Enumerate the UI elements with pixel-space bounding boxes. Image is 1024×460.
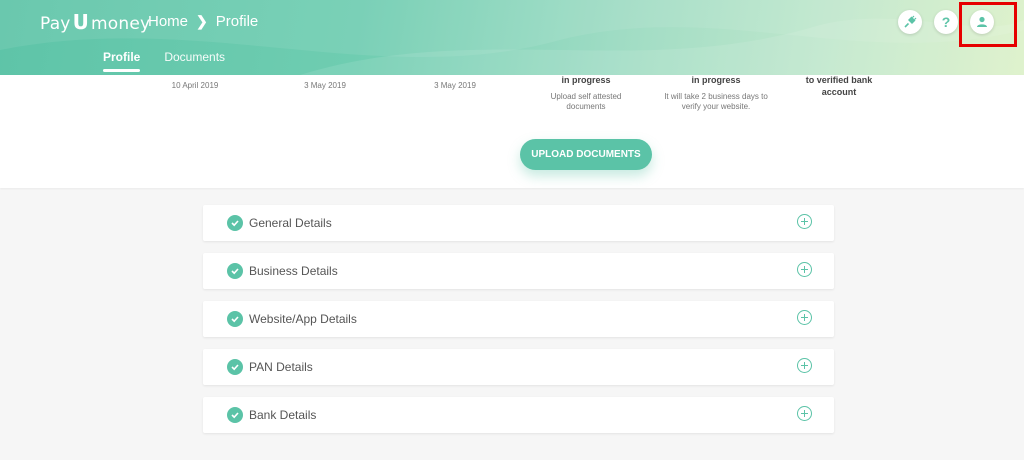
- section-business-details[interactable]: Business Details: [203, 253, 834, 289]
- upload-documents-button[interactable]: UPLOAD DOCUMENTS: [520, 139, 652, 170]
- section-label: Business Details: [249, 264, 338, 278]
- step-title: in progress: [561, 75, 611, 85]
- step-subtext-line: documents: [566, 102, 606, 111]
- status-date: 10 April 2019: [171, 81, 219, 90]
- status-step-documents: in progress Upload self attested documen…: [540, 75, 632, 112]
- top-header: Pay U money Home ❯ Profile Profile Docum…: [0, 0, 1024, 75]
- tab-profile[interactable]: Profile: [103, 50, 141, 72]
- plug-icon: [904, 15, 917, 28]
- status-date: 3 May 2019: [434, 81, 476, 90]
- check-icon: [227, 215, 243, 231]
- expand-plus-icon[interactable]: [797, 358, 812, 373]
- help-icon: ?: [941, 14, 951, 30]
- breadcrumb-home[interactable]: Home: [148, 13, 188, 30]
- tab-documents[interactable]: Documents: [164, 50, 225, 72]
- expand-plus-icon[interactable]: [797, 310, 812, 325]
- chevron-right-icon: ❯: [196, 13, 208, 29]
- step-subtext-line: verify your website.: [681, 102, 751, 111]
- expand-plus-icon[interactable]: [797, 262, 812, 277]
- logo-money: money: [91, 14, 151, 34]
- step-subtext: It will take 2 business days to verify y…: [660, 92, 772, 112]
- profile-tabs: Profile Documents: [103, 50, 225, 72]
- section-label: Website/App Details: [249, 312, 357, 326]
- section-website-app-details[interactable]: Website/App Details: [203, 301, 834, 337]
- help-button[interactable]: ?: [934, 10, 958, 34]
- status-date: 3 May 2019: [304, 81, 346, 90]
- verification-status-panel: 10 April 2019 3 May 2019 3 May 2019 in p…: [0, 75, 1024, 188]
- step-title: account: [821, 87, 857, 97]
- section-label: Bank Details: [249, 408, 317, 422]
- section-bank-details[interactable]: Bank Details: [203, 397, 834, 433]
- step-subtext: Upload self attested documents: [540, 92, 632, 112]
- expand-plus-icon[interactable]: [797, 214, 812, 229]
- logo-u: U: [72, 10, 90, 34]
- step-subtext-line: Upload self attested: [550, 92, 622, 101]
- expand-plus-icon[interactable]: [797, 406, 812, 421]
- payumoney-logo[interactable]: Pay U money: [40, 10, 150, 34]
- breadcrumb: Home ❯ Profile: [148, 13, 258, 30]
- status-step-website: in progress It will take 2 business days…: [660, 75, 772, 112]
- step-title: to verified bank: [805, 75, 873, 85]
- breadcrumb-current: Profile: [215, 13, 259, 30]
- plug-button[interactable]: [898, 10, 922, 34]
- status-step-bank: to verified bank account: [802, 75, 876, 97]
- highlight-box: [959, 2, 1017, 47]
- section-label: PAN Details: [249, 360, 313, 374]
- check-icon: [227, 359, 243, 375]
- section-pan-details[interactable]: PAN Details: [203, 349, 834, 385]
- check-icon: [227, 263, 243, 279]
- logo-pay: Pay: [40, 14, 71, 34]
- check-icon: [227, 407, 243, 423]
- section-label: General Details: [249, 216, 332, 230]
- section-general-details[interactable]: General Details: [203, 205, 834, 241]
- step-subtext-line: It will take 2 business days to: [664, 92, 768, 101]
- check-icon: [227, 311, 243, 327]
- step-title: in progress: [691, 75, 741, 85]
